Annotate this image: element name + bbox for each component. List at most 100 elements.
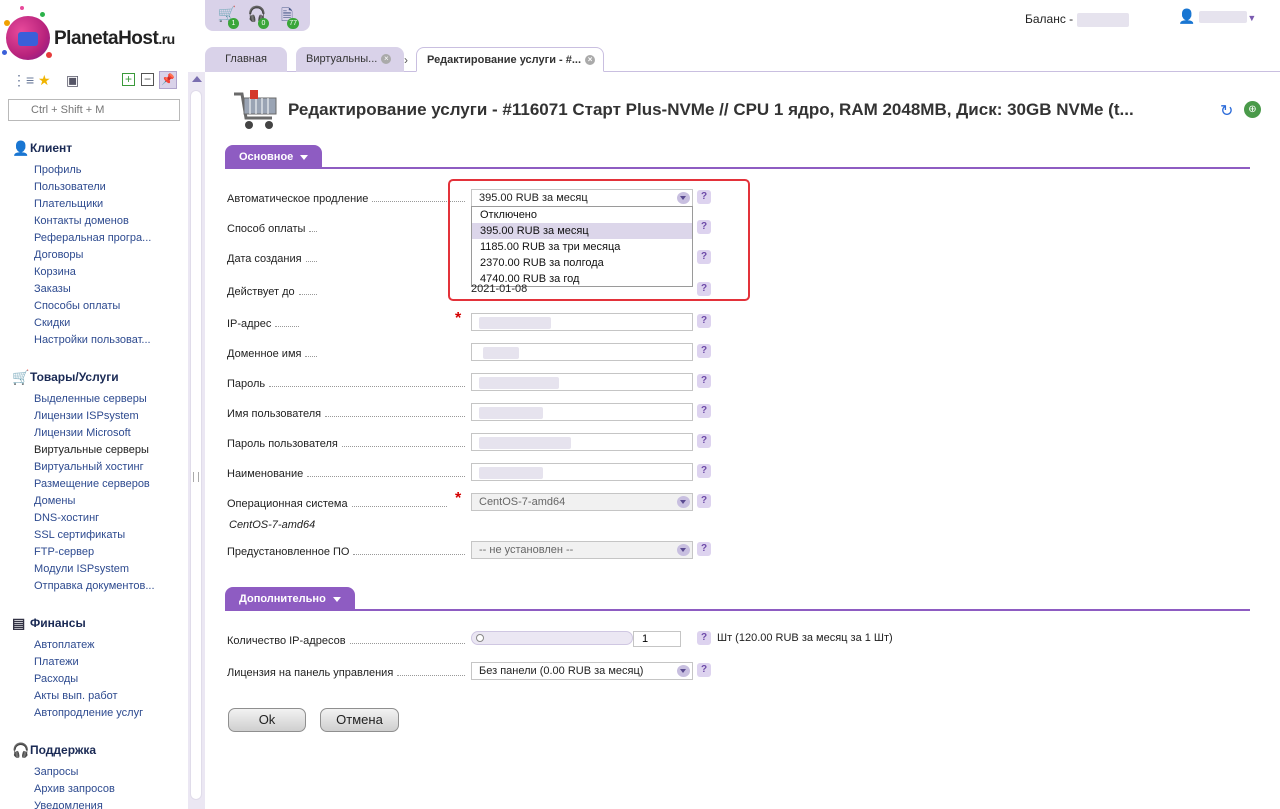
- page-title: Редактирование услуги - #116071 Старт Pl…: [288, 100, 1134, 119]
- nav-item-profile[interactable]: Профиль: [0, 162, 185, 179]
- section-main-toggle[interactable]: Основное: [225, 145, 323, 169]
- expand-all-icon[interactable]: +: [122, 73, 135, 86]
- nav-search-input[interactable]: [8, 99, 180, 121]
- username-label: Имя пользователя: [227, 406, 467, 420]
- payment-method-label: Способ оплаты: [227, 221, 467, 235]
- ip-input[interactable]: [471, 313, 693, 331]
- chevron-down-icon: [677, 665, 690, 677]
- required-icon: *: [455, 310, 462, 327]
- nav-item-discounts[interactable]: Скидки: [0, 315, 185, 332]
- nav-item-user-settings[interactable]: Настройки пользоват...: [0, 332, 185, 349]
- valid-until-value: 2021-01-08: [471, 283, 528, 295]
- nav-item-hosting[interactable]: Виртуальный хостинг: [0, 459, 185, 476]
- tab-edit-service[interactable]: Редактирование услуги - #... ×: [416, 47, 604, 72]
- top-toolbar: 🛒 1 🎧 0 🗎 77: [205, 0, 310, 31]
- nav-item-referral[interactable]: Реферальная програ...: [0, 230, 185, 247]
- nav-item-cart[interactable]: Корзина: [0, 264, 185, 281]
- tree-icon[interactable]: ⋮≡: [12, 72, 34, 89]
- briefcase-icon[interactable]: ▣: [66, 72, 79, 89]
- user-menu[interactable]: 👤 ▼: [1178, 8, 1256, 25]
- help-icon[interactable]: ?: [697, 250, 711, 264]
- sidebar-scrollbar[interactable]: [188, 72, 205, 809]
- nav-item-vps[interactable]: Виртуальные серверы: [0, 442, 185, 459]
- star-icon[interactable]: ★: [38, 72, 51, 89]
- headset-icon[interactable]: 🎧 0: [247, 5, 269, 29]
- nav-item-users[interactable]: Пользователи: [0, 179, 185, 196]
- nav-item-dns[interactable]: DNS-хостинг: [0, 510, 185, 527]
- chevron-right-icon: ›: [404, 53, 408, 67]
- nav-head-client[interactable]: 👤 Клиент: [0, 138, 188, 158]
- close-icon[interactable]: ×: [585, 55, 596, 66]
- os-select[interactable]: CentOS-7-amd64: [471, 493, 693, 511]
- help-icon[interactable]: ?: [697, 344, 711, 358]
- username-input[interactable]: [471, 403, 693, 421]
- nav-item-ssl[interactable]: SSL сертификаты: [0, 527, 185, 544]
- password-input[interactable]: [471, 373, 693, 391]
- help-icon[interactable]: ?: [697, 542, 711, 556]
- help-icon[interactable]: ?: [697, 663, 711, 677]
- nav-item-autopay[interactable]: Автоплатеж: [0, 637, 185, 654]
- domain-input[interactable]: [471, 343, 693, 361]
- section-main: Основное: [225, 145, 1250, 169]
- cart-count-badge: 1: [228, 18, 239, 29]
- nav-item-requests[interactable]: Запросы: [0, 764, 185, 781]
- close-icon[interactable]: ×: [381, 54, 392, 65]
- slider-knob[interactable]: [476, 634, 484, 642]
- nav-item-domains[interactable]: Домены: [0, 493, 185, 510]
- nav-item-payments[interactable]: Платежи: [0, 654, 185, 671]
- scroll-up-icon[interactable]: [192, 76, 202, 82]
- nav-item-doc-sending[interactable]: Отправка документов...: [0, 578, 185, 595]
- username-redacted: [1199, 11, 1248, 24]
- nav-item-dedicated[interactable]: Выделенные серверы: [0, 391, 185, 408]
- nav-item-requests-archive[interactable]: Архив запросов: [0, 781, 185, 798]
- nav-item-contracts[interactable]: Договоры: [0, 247, 185, 264]
- nav-item-domain-contacts[interactable]: Контакты доменов: [0, 213, 185, 230]
- help-icon[interactable]: ?: [697, 220, 711, 234]
- ip-count-input[interactable]: [633, 631, 681, 647]
- license-select[interactable]: Без панели (0.00 RUB за месяц): [471, 662, 693, 680]
- nav-group-client: 👤 Клиент Профиль Пользователи Плательщики…: [0, 138, 188, 349]
- nav-item-autorenew[interactable]: Автопродление услуг: [0, 705, 185, 722]
- help-icon[interactable]: ?: [697, 282, 711, 296]
- refresh-icon[interactable]: ↻: [1220, 101, 1233, 121]
- ok-button[interactable]: Ok: [228, 708, 306, 732]
- tab-vps[interactable]: Виртуальны... ×: [296, 47, 404, 72]
- docs-count-badge: 77: [287, 18, 299, 29]
- export-icon[interactable]: ⊕: [1244, 101, 1261, 118]
- resize-grip[interactable]: [193, 472, 199, 482]
- help-icon[interactable]: ?: [697, 314, 711, 328]
- name-input[interactable]: [471, 463, 693, 481]
- documents-icon[interactable]: 🗎 77: [277, 5, 299, 29]
- section-extra-toggle[interactable]: Дополнительно: [225, 587, 355, 611]
- help-icon[interactable]: ?: [697, 404, 711, 418]
- preinstalled-select[interactable]: -- не установлен --: [471, 541, 693, 559]
- nav-item-ms-licenses[interactable]: Лицензии Microsoft: [0, 425, 185, 442]
- ip-count-slider[interactable]: [471, 631, 633, 645]
- nav-item-notifications[interactable]: Уведомления: [0, 798, 185, 809]
- nav-head-support[interactable]: 🎧 Поддержка: [0, 740, 188, 760]
- nav-item-acts[interactable]: Акты вып. работ: [0, 688, 185, 705]
- user-password-input[interactable]: [471, 433, 693, 451]
- help-icon[interactable]: ?: [697, 374, 711, 388]
- help-icon[interactable]: ?: [697, 494, 711, 508]
- cancel-button[interactable]: Отмена: [320, 708, 399, 732]
- logo[interactable]: PlanetaHost.ru: [0, 0, 200, 72]
- nav-item-colocation[interactable]: Размещение серверов: [0, 476, 185, 493]
- nav-item-payment-methods[interactable]: Способы оплаты: [0, 298, 185, 315]
- nav-item-isp-modules[interactable]: Модули ISPsystem: [0, 561, 185, 578]
- pin-icon[interactable]: 📌: [159, 71, 177, 89]
- cart-icon[interactable]: 🛒 1: [217, 5, 239, 29]
- help-icon[interactable]: ?: [697, 434, 711, 448]
- nav-item-payers[interactable]: Плательщики: [0, 196, 185, 213]
- nav-head-goods[interactable]: 🛒 Товары/Услуги: [0, 367, 188, 387]
- nav-head-finance[interactable]: ▤ Финансы: [0, 613, 188, 633]
- help-icon[interactable]: ?: [697, 631, 711, 645]
- collapse-all-icon[interactable]: −: [141, 73, 154, 86]
- help-icon[interactable]: ?: [697, 464, 711, 478]
- nav-item-ftp[interactable]: FTP-сервер: [0, 544, 185, 561]
- nav-item-expenses[interactable]: Расходы: [0, 671, 185, 688]
- scroll-thumb[interactable]: [190, 90, 202, 800]
- nav-item-orders[interactable]: Заказы: [0, 281, 185, 298]
- nav-item-isp-licenses[interactable]: Лицензии ISPsystem: [0, 408, 185, 425]
- tab-home[interactable]: Главная: [205, 47, 287, 72]
